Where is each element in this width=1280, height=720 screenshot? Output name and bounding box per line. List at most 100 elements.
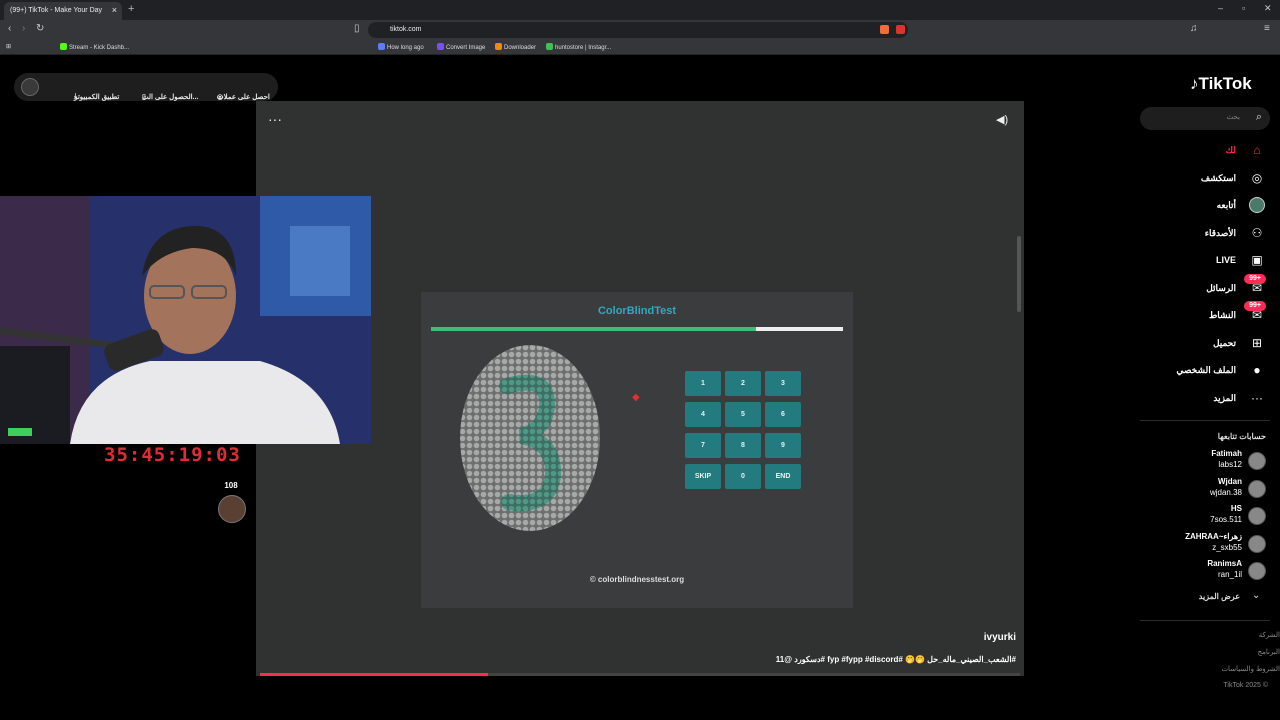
notification-badge: 99+ xyxy=(1244,273,1266,284)
test-progress-fill xyxy=(431,327,757,331)
maximize-icon[interactable]: ▫ xyxy=(1242,3,1245,13)
minimize-icon[interactable]: – xyxy=(1218,3,1223,13)
bookmark-item[interactable]: Convert Image xyxy=(437,43,485,51)
video-author[interactable]: ivyurki xyxy=(900,632,1016,643)
rewards-icon[interactable] xyxy=(896,25,905,34)
following-handle: ran_1il xyxy=(1217,570,1242,579)
keypad-key[interactable]: 5 xyxy=(725,402,761,427)
url-text: tiktok.com xyxy=(390,26,422,33)
keypad-key[interactable]: 3 xyxy=(765,371,801,396)
keypad-key[interactable]: 1 xyxy=(685,371,721,396)
game-title: ColorBlindTest xyxy=(597,305,676,317)
keypad-key[interactable]: END xyxy=(765,464,801,489)
keypad-key[interactable]: 4 xyxy=(685,402,721,427)
brave-shield-icon[interactable] xyxy=(880,25,889,34)
following-name: ZAHRAA~زهراء xyxy=(1185,531,1242,541)
chevron-down-icon[interactable]: ⌄ xyxy=(1252,590,1260,601)
avatar xyxy=(1248,479,1266,498)
url-field[interactable]: tiktok.com xyxy=(368,22,908,38)
viewer-count: 108 xyxy=(224,481,238,490)
new-tab-icon[interactable]: + xyxy=(128,3,134,15)
keypad-key[interactable]: SKIP xyxy=(685,464,721,489)
volume-icon[interactable]: ◀) xyxy=(996,113,1008,126)
footer-terms-link[interactable]: الشروط والسياسات xyxy=(1221,665,1280,673)
close-tab-icon[interactable]: × xyxy=(112,5,117,15)
following-title: حسابات تتابعها xyxy=(1217,432,1266,441)
bookmark-item[interactable]: How long ago xyxy=(378,43,424,51)
browser-tab[interactable]: (99+) TikTok - Make Your Day × xyxy=(4,2,122,20)
sidebar-nav-label: أتابعه xyxy=(1216,200,1236,210)
divider xyxy=(1140,420,1270,421)
avatar xyxy=(1248,562,1266,580)
following-name: Fatimah xyxy=(1211,449,1242,458)
address-bar-row: ‹ › ↻ ▯ tiktok.com ♫ ≡ xyxy=(0,20,1280,40)
top-action-bar: احصل على عملات ◎ الحصول على الت... ▯ تطب… xyxy=(14,73,278,101)
bookmarks-bar: ⊞ Stream - Kick Dashb... How long ago Co… xyxy=(0,40,1280,55)
footer-company-link[interactable]: الشركة xyxy=(1259,631,1280,639)
following-name: Wjdan xyxy=(1218,476,1242,486)
colorblind-test-card: ColorBlindTest ◆ 1 2 3 4 5 6 7 8 9 SKIP 0 END © col… xyxy=(421,292,853,608)
sidebar-nav-label: لك xyxy=(1225,145,1236,155)
kick-icon xyxy=(60,43,67,50)
ishihara-plate xyxy=(460,345,600,531)
sidebar-nav-label: تحميل xyxy=(1212,337,1236,348)
close-window-icon[interactable]: ✕ xyxy=(1264,3,1272,14)
playback-bar[interactable] xyxy=(260,673,1020,676)
following-name: HS xyxy=(1230,504,1242,513)
bookmark-favicon xyxy=(546,43,553,50)
sidebar-nav-label: الأصدقاء xyxy=(1204,227,1236,238)
search-input[interactable]: بحث ⌕ xyxy=(1140,107,1270,130)
keypad-key[interactable]: 9 xyxy=(765,433,801,458)
following-handle: wjdan.38 xyxy=(1209,487,1242,497)
browser-tab-bar: (99+) TikTok - Make Your Day × + – ▫ ✕ xyxy=(0,0,1280,20)
footer-copyright: TikTok 2025 © xyxy=(1223,682,1268,689)
see-more-link[interactable]: عرض المزيد xyxy=(1199,592,1240,601)
forward-icon[interactable]: › xyxy=(22,23,25,34)
friends-icon: ⚇ xyxy=(1251,225,1263,240)
avatar-icon xyxy=(1249,197,1265,213)
sidebar-nav-label: استكشف xyxy=(1200,172,1236,183)
sidebar-nav-label: المزيد xyxy=(1213,392,1236,403)
tab-title: (99+) TikTok - Make Your Day xyxy=(10,7,103,14)
keypad-key[interactable]: 2 xyxy=(725,371,761,396)
keypad-key[interactable]: 6 xyxy=(765,402,801,427)
scrollbar-thumb[interactable] xyxy=(1017,236,1021,312)
cursor-marker-icon: ◆ xyxy=(632,392,640,403)
keypad-key[interactable]: 0 xyxy=(725,464,761,489)
tiktok-logo[interactable]: ♪TikTok xyxy=(1190,74,1252,94)
upload-icon: ⊞ xyxy=(1251,335,1263,350)
extensions-icon[interactable]: ♫ xyxy=(1190,23,1198,34)
bookmark-favicon xyxy=(495,43,502,50)
apps-icon[interactable]: ⊞ xyxy=(6,43,11,50)
search-icon[interactable]: ⌕ xyxy=(1256,111,1262,124)
bookmark-item[interactable]: Downloader xyxy=(495,43,536,51)
following-name: RanimsA xyxy=(1207,559,1242,568)
keypad-key[interactable]: 8 xyxy=(725,433,761,458)
sidebar-nav-label: النشاط xyxy=(1208,310,1236,320)
stream-timer: 35:45:19:03 xyxy=(104,444,241,466)
avatar xyxy=(1248,507,1266,525)
back-icon[interactable]: ‹ xyxy=(8,23,11,34)
following-handle: labs12 xyxy=(1218,460,1242,469)
bookmark-icon[interactable]: ▯ xyxy=(354,23,360,34)
streamer-camera-feed xyxy=(0,196,371,444)
footer-program-link[interactable]: البرنامج xyxy=(1258,648,1280,656)
user-avatar[interactable] xyxy=(21,78,39,96)
profile-icon: ● xyxy=(1253,363,1261,377)
sidebar-nav-label: LIVE xyxy=(1215,255,1236,265)
bookmark-item[interactable]: huntostore | Instagr... xyxy=(546,43,611,51)
test-progress-bar xyxy=(431,327,843,331)
bookmark-item[interactable]: Stream - Kick Dashb... xyxy=(60,43,129,51)
keypad-key[interactable]: 7 xyxy=(685,433,721,458)
live-icon: ▣ xyxy=(1251,253,1263,267)
more-options-icon[interactable]: ··· xyxy=(268,111,282,127)
playback-fill xyxy=(260,673,488,676)
streamer-avatar[interactable] xyxy=(218,495,246,523)
tiktok-note-icon: ♪ xyxy=(1190,74,1199,93)
webcam-overlay xyxy=(0,196,371,444)
following-handle: 7sos.511 xyxy=(1210,515,1242,524)
menu-icon[interactable]: ≡ xyxy=(1264,23,1270,34)
reload-icon[interactable]: ↻ xyxy=(36,23,44,34)
download-icon: ⤓ xyxy=(74,93,78,100)
video-caption[interactable]: #الشعب_الصيني_ماله_حل 🤭🤭 #fyp #fypp #dis… xyxy=(640,655,1016,664)
